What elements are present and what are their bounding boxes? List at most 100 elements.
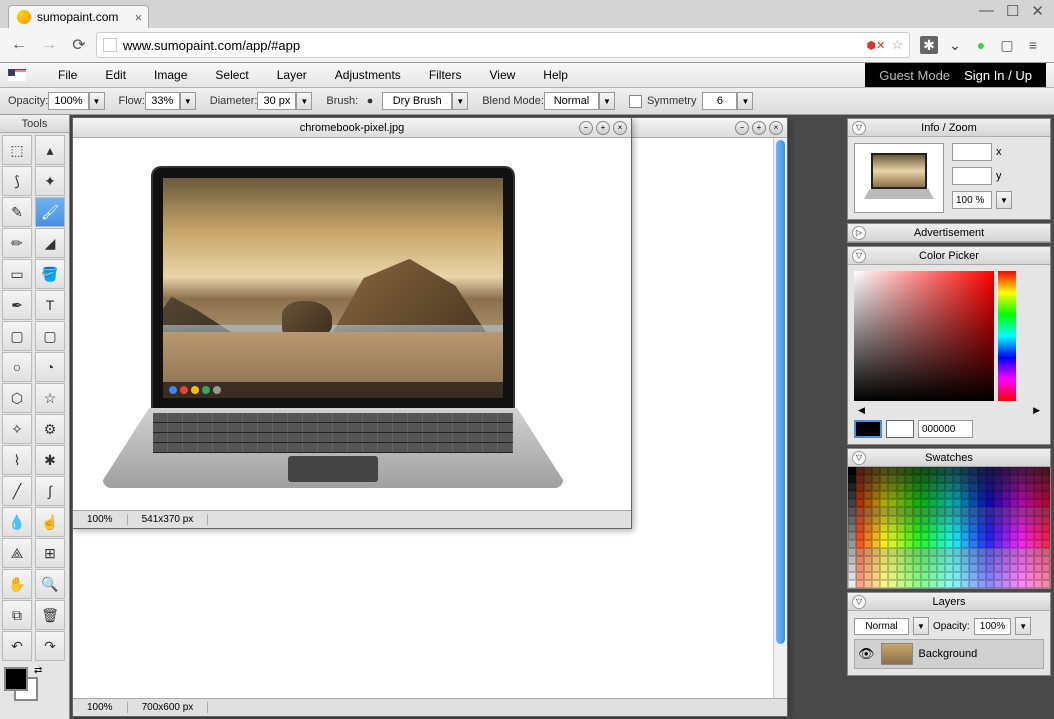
swatch-cell[interactable] xyxy=(856,507,864,515)
swatch-cell[interactable] xyxy=(888,467,896,475)
doc-minimize-icon[interactable]: − xyxy=(579,121,593,135)
y-coord-input[interactable] xyxy=(952,167,992,185)
swatch-cell[interactable] xyxy=(945,532,953,540)
swatch-cell[interactable] xyxy=(856,548,864,556)
swatch-cell[interactable] xyxy=(888,572,896,580)
swatch-cell[interactable] xyxy=(929,524,937,532)
swatch-cell[interactable] xyxy=(872,524,880,532)
swatch-cell[interactable] xyxy=(864,548,872,556)
swap-colors-icon[interactable]: ⇄ xyxy=(34,665,42,676)
swatch-cell[interactable] xyxy=(937,499,945,507)
brush-dropdown[interactable]: ▼ xyxy=(452,92,468,110)
swatch-cell[interactable] xyxy=(913,475,921,483)
swatch-cell[interactable] xyxy=(961,499,969,507)
swatch-cell[interactable] xyxy=(921,548,929,556)
swatch-cell[interactable] xyxy=(1018,532,1026,540)
swatch-cell[interactable] xyxy=(994,483,1002,491)
swatch-cell[interactable] xyxy=(929,532,937,540)
swatch-cell[interactable] xyxy=(961,507,969,515)
language-flag-icon[interactable] xyxy=(8,69,26,81)
swatch-cell[interactable] xyxy=(969,572,977,580)
swatch-cell[interactable] xyxy=(880,548,888,556)
swatch-cell[interactable] xyxy=(1002,475,1010,483)
swatch-cell[interactable] xyxy=(1010,572,1018,580)
swatch-cell[interactable] xyxy=(897,507,905,515)
swatch-cell[interactable] xyxy=(1018,516,1026,524)
swatch-cell[interactable] xyxy=(1034,564,1042,572)
swatch-cell[interactable] xyxy=(872,475,880,483)
swatch-cell[interactable] xyxy=(978,532,986,540)
swatch-cell[interactable] xyxy=(986,499,994,507)
swatch-cell[interactable] xyxy=(1026,572,1034,580)
swatch-cell[interactable] xyxy=(897,540,905,548)
lasso-tool[interactable]: ⟆ xyxy=(2,166,32,196)
swatch-cell[interactable] xyxy=(864,524,872,532)
picker-tri-left[interactable]: ◀ xyxy=(858,405,865,416)
swatch-cell[interactable] xyxy=(897,564,905,572)
bookmark-star-icon[interactable]: ☆ xyxy=(891,37,903,53)
swatch-cell[interactable] xyxy=(872,548,880,556)
swatch-cell[interactable] xyxy=(888,556,896,564)
swatch-cell[interactable] xyxy=(921,524,929,532)
swatch-cell[interactable] xyxy=(994,572,1002,580)
swatch-cell[interactable] xyxy=(961,483,969,491)
swatch-cell[interactable] xyxy=(1026,548,1034,556)
swatch-cell[interactable] xyxy=(945,580,953,588)
swatch-cell[interactable] xyxy=(945,516,953,524)
swatch-cell[interactable] xyxy=(848,540,856,548)
swatch-cell[interactable] xyxy=(1018,548,1026,556)
swatch-cell[interactable] xyxy=(1010,475,1018,483)
swatch-cell[interactable] xyxy=(872,467,880,475)
swatch-cell[interactable] xyxy=(1026,580,1034,588)
swatch-cell[interactable] xyxy=(986,548,994,556)
swatch-cell[interactable] xyxy=(864,467,872,475)
pocket-icon[interactable]: ⌄ xyxy=(946,36,964,54)
reload-button[interactable]: ⟳ xyxy=(66,32,92,58)
swatch-cell[interactable] xyxy=(921,499,929,507)
hand-tool[interactable]: ✋ xyxy=(2,569,32,599)
swatch-cell[interactable] xyxy=(856,516,864,524)
swatch-cell[interactable] xyxy=(848,516,856,524)
doc-maximize-icon[interactable]: + xyxy=(752,121,766,135)
swatch-cell[interactable] xyxy=(897,556,905,564)
swatch-cell[interactable] xyxy=(1010,467,1018,475)
prev-color-swatch[interactable] xyxy=(886,420,914,438)
swatch-cell[interactable] xyxy=(961,580,969,588)
doc-close-icon[interactable]: × xyxy=(769,121,783,135)
swatch-cell[interactable] xyxy=(937,516,945,524)
swatch-cell[interactable] xyxy=(986,556,994,564)
hex-input[interactable] xyxy=(918,420,973,438)
polygon-tool[interactable]: ⬡ xyxy=(2,383,32,413)
hue-slider[interactable] xyxy=(998,271,1016,401)
swatch-cell[interactable] xyxy=(888,516,896,524)
swatch-cell[interactable] xyxy=(994,516,1002,524)
swatch-cell[interactable] xyxy=(1042,580,1050,588)
swatch-cell[interactable] xyxy=(994,524,1002,532)
swatch-cell[interactable] xyxy=(872,516,880,524)
symmetry-tool[interactable]: ✱ xyxy=(35,445,65,475)
swatch-cell[interactable] xyxy=(929,572,937,580)
layer-visibility-icon[interactable]: 👁 xyxy=(858,646,875,662)
swatch-cell[interactable] xyxy=(986,516,994,524)
swatch-cell[interactable] xyxy=(897,532,905,540)
ellipse-tool[interactable]: ○ xyxy=(2,352,32,382)
panel-collapse-icon[interactable]: ▽ xyxy=(852,451,866,465)
swatch-cell[interactable] xyxy=(994,564,1002,572)
swatch-cell[interactable] xyxy=(945,491,953,499)
swatch-cell[interactable] xyxy=(994,580,1002,588)
swatch-cell[interactable] xyxy=(921,564,929,572)
curve-tool[interactable]: ∫ xyxy=(35,476,65,506)
swatch-cell[interactable] xyxy=(913,467,921,475)
swatch-cell[interactable] xyxy=(1042,491,1050,499)
swatch-cell[interactable] xyxy=(961,540,969,548)
swatch-cell[interactable] xyxy=(937,580,945,588)
swatch-cell[interactable] xyxy=(864,540,872,548)
swatch-cell[interactable] xyxy=(961,475,969,483)
swatch-cell[interactable] xyxy=(969,483,977,491)
swatch-cell[interactable] xyxy=(961,532,969,540)
swatch-cell[interactable] xyxy=(921,572,929,580)
swatch-cell[interactable] xyxy=(953,540,961,548)
swatch-cell[interactable] xyxy=(953,556,961,564)
swatch-cell[interactable] xyxy=(994,556,1002,564)
swatch-cell[interactable] xyxy=(897,516,905,524)
